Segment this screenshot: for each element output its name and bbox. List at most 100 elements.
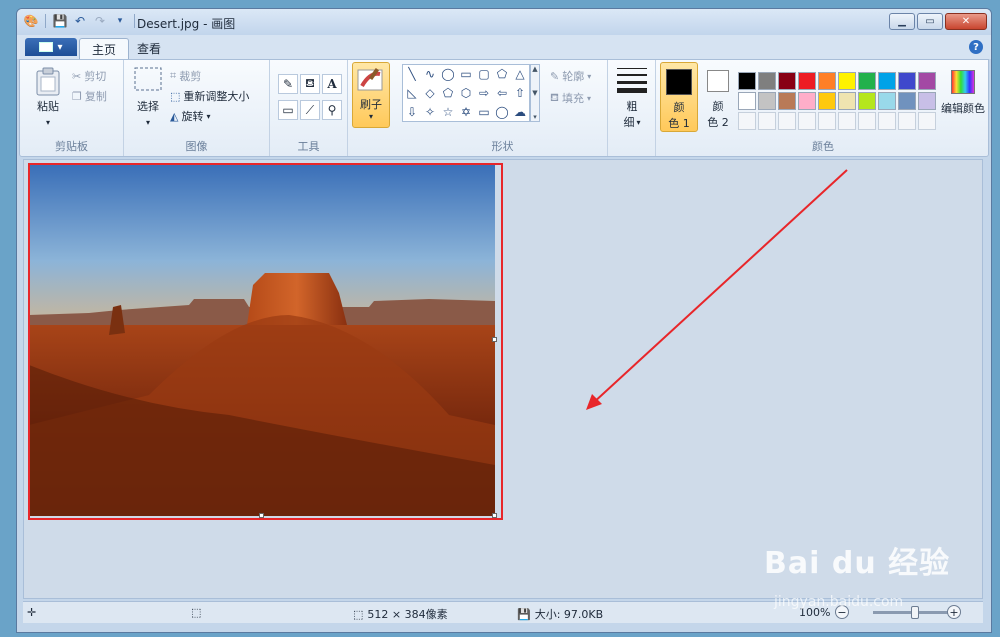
up-arrow-shape-icon[interactable]: ⇧ — [511, 84, 529, 102]
pencil-icon[interactable]: ✎ — [278, 74, 298, 94]
palette-swatch[interactable] — [858, 92, 876, 110]
scroll-down-icon[interactable]: ▼ — [532, 89, 537, 97]
palette-swatch[interactable] — [818, 92, 836, 110]
palette-swatch[interactable] — [858, 112, 876, 130]
shapes-gallery: ╲ ∿ ◯ ▭ ▢ ⬠ △ ◺ ◇ ⬠ ⬡ ⇨ ⇦ ⇧ ⇩ ✧ ☆ ✡ ▭ ◯ — [402, 64, 530, 122]
palette-swatch[interactable] — [838, 112, 856, 130]
palette-swatch[interactable] — [798, 112, 816, 130]
paint-menu-button[interactable]: ▾ — [25, 38, 77, 56]
palette-swatch[interactable] — [898, 112, 916, 130]
dropdown-arrow-icon: ▾ — [368, 112, 373, 121]
palette-swatch[interactable] — [898, 72, 916, 90]
undo-icon[interactable]: ↶ — [72, 13, 88, 29]
rectangle-shape-icon[interactable]: ▭ — [457, 65, 475, 83]
cloud-callout-shape-icon[interactable]: ☁ — [511, 103, 529, 121]
shapes-scrollbar[interactable]: ▲ ▼ ▾ — [530, 64, 540, 122]
color2-label-line2: 色 2 — [707, 116, 729, 129]
paste-button[interactable]: 粘贴 ▾ — [28, 66, 68, 127]
text-tool-icon[interactable]: A — [322, 74, 342, 94]
dimensions-text: 512 × 384像素 — [367, 608, 448, 621]
zoom-in-button[interactable]: + — [947, 605, 961, 619]
magnifier-icon[interactable]: ⚲ — [322, 100, 342, 120]
outline-button[interactable]: ✎ 轮廓 ▾ — [550, 68, 591, 84]
palette-swatch[interactable] — [918, 112, 936, 130]
crop-button[interactable]: ⌗ 裁剪 — [170, 68, 201, 84]
color2-button[interactable]: 颜 色 2 — [700, 62, 736, 132]
palette-swatch[interactable] — [738, 112, 756, 130]
save-icon[interactable]: 💾 — [52, 13, 68, 29]
copy-button[interactable]: ❐ 复制 — [72, 88, 107, 104]
select-button[interactable]: 选择 ▾ — [128, 66, 168, 127]
scroll-up-icon[interactable]: ▲ — [532, 65, 537, 73]
move-cursor-icon: ✛ — [27, 606, 37, 619]
expand-gallery-icon[interactable]: ▾ — [533, 113, 537, 121]
palette-swatch[interactable] — [878, 112, 896, 130]
palette-swatch[interactable] — [758, 72, 776, 90]
canvas-workspace[interactable] — [23, 159, 983, 599]
right-arrow-shape-icon[interactable]: ⇨ — [475, 84, 493, 102]
four-point-star-shape-icon[interactable]: ✧ — [421, 103, 439, 121]
five-point-star-shape-icon[interactable]: ☆ — [439, 103, 457, 121]
palette-swatch[interactable] — [798, 92, 816, 110]
size-button[interactable]: 粗 细 ▾ — [614, 66, 650, 130]
customize-qat-icon[interactable]: ▾ — [112, 13, 128, 29]
paint-app-icon[interactable]: 🎨 — [23, 13, 39, 29]
palette-swatch[interactable] — [878, 72, 896, 90]
palette-swatch[interactable] — [758, 112, 776, 130]
help-icon[interactable]: ? — [969, 40, 983, 54]
tab-home[interactable]: 主页 — [79, 38, 130, 59]
palette-swatch[interactable] — [738, 72, 756, 90]
color1-button[interactable]: 颜 色 1 — [660, 62, 698, 132]
pentagon-shape-icon[interactable]: ⬠ — [439, 84, 457, 102]
diamond-shape-icon[interactable]: ◇ — [421, 84, 439, 102]
fill-button[interactable]: ⛾ 填充 ▾ — [550, 90, 591, 106]
hexagon-shape-icon[interactable]: ⬡ — [457, 84, 475, 102]
zoom-slider-thumb[interactable] — [911, 606, 919, 619]
close-button[interactable]: ✕ — [945, 13, 987, 30]
crop-icon: ⌗ — [170, 69, 177, 82]
brushes-button[interactable]: 刷子 ▾ — [352, 62, 390, 128]
resize-button[interactable]: ⬚ 重新调整大小 — [170, 88, 249, 104]
left-arrow-shape-icon[interactable]: ⇦ — [493, 84, 511, 102]
edit-colors-label: 编辑颜色 — [941, 102, 985, 115]
maximize-button[interactable]: ▭ — [917, 13, 943, 30]
oval-shape-icon[interactable]: ◯ — [439, 65, 457, 83]
palette-swatch[interactable] — [818, 72, 836, 90]
edit-colors-button[interactable]: 编辑颜色 — [938, 70, 988, 116]
triangle-shape-icon[interactable]: △ — [511, 65, 529, 83]
right-triangle-shape-icon[interactable]: ◺ — [403, 84, 421, 102]
minimize-button[interactable]: ▁ — [889, 13, 915, 30]
palette-swatch[interactable] — [918, 92, 936, 110]
line-shape-icon[interactable]: ╲ — [403, 65, 421, 83]
palette-swatch[interactable] — [798, 72, 816, 90]
oval-callout-shape-icon[interactable]: ◯ — [493, 103, 511, 121]
tab-view[interactable]: 查看 — [125, 38, 173, 59]
palette-swatch[interactable] — [738, 92, 756, 110]
color2-swatch — [707, 70, 729, 92]
palette-swatch[interactable] — [818, 112, 836, 130]
palette-swatch[interactable] — [838, 72, 856, 90]
down-arrow-shape-icon[interactable]: ⇩ — [403, 103, 421, 121]
palette-swatch[interactable] — [778, 72, 796, 90]
rounded-rectangle-shape-icon[interactable]: ▢ — [475, 65, 493, 83]
six-point-star-shape-icon[interactable]: ✡ — [457, 103, 475, 121]
rect-callout-shape-icon[interactable]: ▭ — [475, 103, 493, 121]
palette-swatch[interactable] — [858, 72, 876, 90]
redo-icon[interactable]: ↷ — [92, 13, 108, 29]
polygon-shape-icon[interactable]: ⬠ — [493, 65, 511, 83]
palette-swatch[interactable] — [878, 92, 896, 110]
rotate-button[interactable]: ◭ 旋转 ▾ — [170, 108, 210, 124]
cut-button[interactable]: ✂ 剪切 — [72, 68, 106, 84]
curve-shape-icon[interactable]: ∿ — [421, 65, 439, 83]
palette-swatch[interactable] — [778, 112, 796, 130]
palette-swatch[interactable] — [758, 92, 776, 110]
palette-swatch[interactable] — [918, 72, 936, 90]
color-picker-icon[interactable]: ⟋ — [300, 100, 320, 120]
palette-swatch[interactable] — [838, 92, 856, 110]
color-spectrum-icon — [951, 70, 975, 94]
palette-swatch[interactable] — [898, 92, 916, 110]
eraser-icon[interactable]: ▭ — [278, 100, 298, 120]
fill-bucket-icon[interactable]: ⛾ — [300, 74, 320, 94]
palette-swatch[interactable] — [778, 92, 796, 110]
color-palette — [738, 72, 936, 130]
